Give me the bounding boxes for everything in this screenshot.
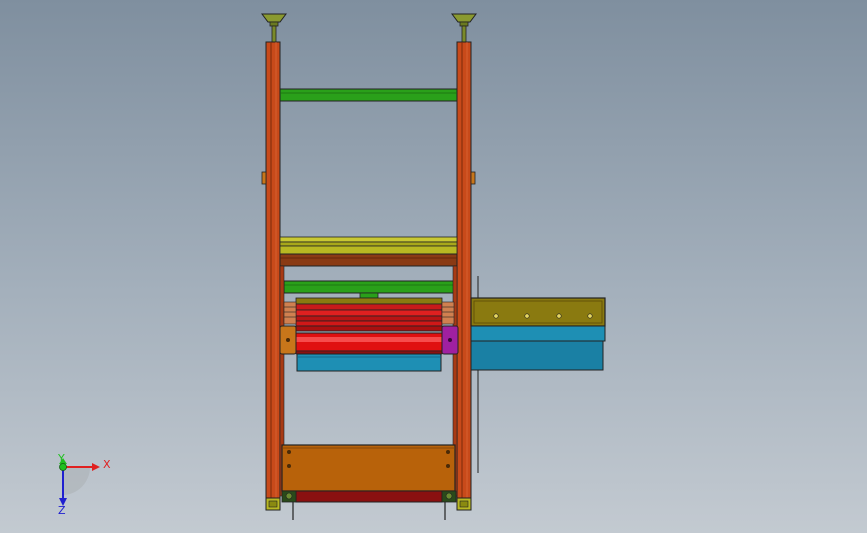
main-roller <box>295 332 443 355</box>
bottom-foot-right <box>456 497 472 511</box>
frame-post-right <box>456 41 472 499</box>
side-extension-blue-panel <box>470 325 606 371</box>
left-spring-bank <box>283 301 297 325</box>
roller-bracket-right <box>441 325 459 355</box>
green-lower-beam <box>283 280 456 299</box>
brown-beam <box>279 253 458 267</box>
roller-stack <box>295 303 443 332</box>
right-spring-bank <box>441 301 455 325</box>
cad-viewport[interactable]: X Y Z <box>0 0 867 533</box>
post-tab-left <box>261 171 267 185</box>
top-leveling-foot-left <box>261 13 287 43</box>
blue-panel-center <box>296 353 442 372</box>
olive-plate <box>295 297 443 305</box>
axis-z-label: Z <box>58 504 66 517</box>
axis-y-label: Y <box>57 452 65 465</box>
axis-triad-icon: X Y Z <box>57 452 111 517</box>
bottom-foot-left <box>265 497 281 511</box>
axis-x-label: X <box>103 458 111 471</box>
top-cross-beam <box>279 88 458 102</box>
side-extension-rail <box>470 297 606 327</box>
yellow-beam <box>279 236 458 255</box>
post-tab-right <box>470 171 476 185</box>
top-leveling-foot-right <box>451 13 477 43</box>
bottom-dark-plate <box>295 490 443 503</box>
frame-post-left <box>265 41 281 499</box>
roller-bracket-left <box>279 325 297 355</box>
assembly-drawing: X Y Z <box>57 13 606 520</box>
bottom-housing <box>281 444 456 492</box>
